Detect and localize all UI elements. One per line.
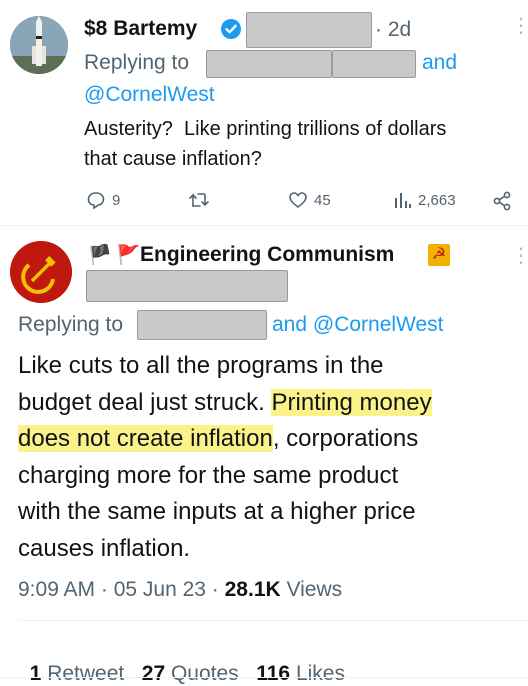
tweet-text-line5: with the same inputs at a higher price	[18, 498, 416, 525]
heart-icon	[289, 192, 307, 209]
verified-badge-icon	[220, 18, 242, 45]
tweet-text-line1: Austerity? Like printing trillions of do…	[84, 118, 447, 140]
hammer-sickle-badge: ☭	[428, 244, 450, 266]
redacted-handle	[246, 12, 372, 48]
replying-and: and	[422, 51, 458, 74]
views-count: 28.1K	[224, 578, 281, 601]
tweet-timestamp: 9:09 AM · 05 Jun 23 · 28.1K Views	[18, 578, 342, 602]
highlighted-text-1: Printing money	[271, 388, 432, 416]
replying-to-label: Replying to	[84, 51, 190, 74]
tweet-text-line3: does not create inflation, corporations	[18, 421, 432, 458]
redacted-handle	[86, 270, 288, 302]
like-button[interactable]: 45	[288, 190, 331, 210]
avatar-bartemy[interactable]	[10, 16, 68, 74]
reply-count: 9	[112, 191, 121, 209]
view-count: 2,663	[418, 191, 456, 209]
divider-top	[0, 225, 528, 226]
line2-prefix: budget deal just struck.	[18, 388, 272, 416]
redacted-mention	[137, 310, 267, 340]
likes-stat[interactable]: 116 Likes	[256, 662, 345, 685]
tweet-time: · 2d	[375, 18, 412, 41]
display-name[interactable]: $8 Bartemy	[84, 17, 197, 41]
replying-mentions[interactable]: and @CornelWest	[272, 313, 444, 337]
like-total: 116	[256, 662, 291, 685]
like-count: 45	[314, 191, 331, 209]
tweet-stats: 1 Retweet 27 Quotes 116 Likes	[18, 638, 345, 686]
replying-to-label: Replying to	[18, 313, 124, 336]
redacted-mention-1	[206, 50, 332, 78]
quote-label: Quotes	[170, 662, 239, 685]
share-icon[interactable]	[492, 191, 512, 216]
divider-bottom	[0, 677, 528, 678]
timestamp-text: 9:09 AM · 05 Jun 23 ·	[18, 578, 225, 601]
tweet-text-line2: that cause inflation?	[84, 148, 262, 170]
retweet-total: 1	[29, 662, 42, 685]
time-ago: 2d	[387, 18, 412, 41]
reply-icon	[87, 192, 105, 210]
tweet-text: Like cuts to all the programs in the bud…	[18, 348, 432, 567]
tweet-text-line6: causes inflation.	[18, 534, 191, 562]
quote-total: 27	[141, 662, 166, 685]
analytics-icon	[395, 193, 411, 208]
reply-button[interactable]: 9	[86, 190, 120, 210]
like-label: Likes	[295, 662, 345, 685]
divider-stats	[18, 620, 528, 621]
tweet-text-line2: budget deal just struck. Printing money	[18, 385, 432, 422]
views-button[interactable]: 2,663	[392, 190, 456, 210]
tweet-text-line1: Like cuts to all the programs in the	[18, 352, 384, 379]
retweets-stat[interactable]: 1 Retweet	[30, 662, 125, 685]
retweet-label: Retweet	[47, 662, 125, 685]
highlighted-text-2: does not create inflation	[18, 425, 273, 452]
avatar-engineering-communism[interactable]	[10, 241, 72, 303]
tweet-text-line4: charging more for the same product	[18, 461, 399, 489]
mention-cornelwest[interactable]: @CornelWest	[84, 83, 215, 107]
retweet-button[interactable]	[188, 190, 216, 210]
display-name[interactable]: Engineering Communism	[140, 243, 394, 267]
views-label: Views	[280, 578, 343, 601]
quotes-stat[interactable]: 27 Quotes	[142, 662, 239, 685]
retweet-icon	[189, 193, 209, 207]
more-options-icon[interactable]: ⋮	[511, 246, 528, 266]
redacted-mention-2	[332, 50, 416, 78]
more-options-icon[interactable]: ⋮	[511, 16, 528, 36]
line3-suffix: , corporations	[272, 425, 419, 452]
flags: 🏴 🚩	[88, 245, 141, 266]
